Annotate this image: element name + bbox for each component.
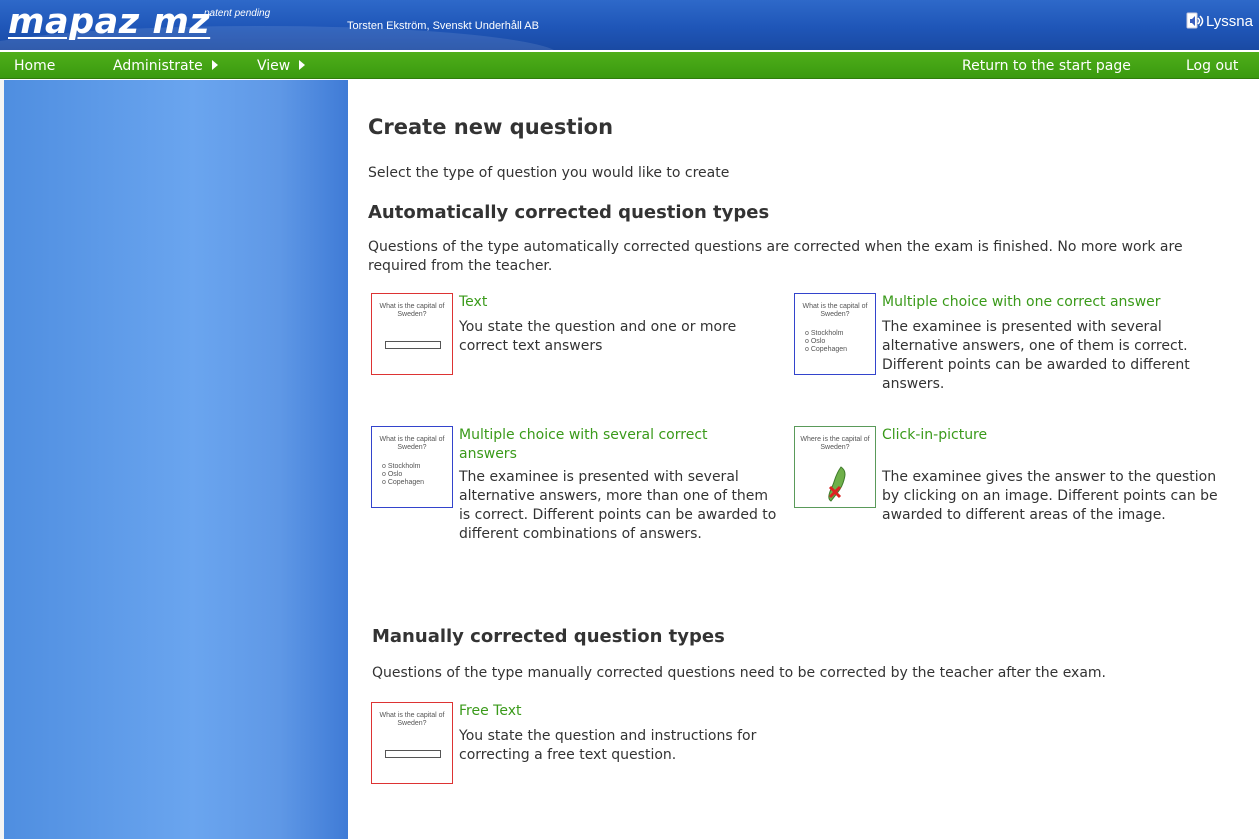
- thumb-question: What is the capital of Sweden?: [802, 303, 868, 318]
- qtype-thumbnail: Where is the capital of Sweden?: [794, 426, 876, 508]
- thumb-option: o Stockholm: [382, 463, 421, 470]
- thumb-question: What is the capital of Sweden?: [379, 303, 445, 318]
- qtype-desc: The examinee is presented with several a…: [459, 469, 777, 542]
- qtype-desc: The examinee is presented with several a…: [882, 319, 1190, 392]
- qtype-desc: The examinee gives the answer to the que…: [882, 469, 1218, 523]
- thumb-text-box: [385, 341, 441, 349]
- thumb-options: o Stockholm o Oslo o Copehagen: [382, 463, 424, 487]
- nav-view-label: View: [257, 58, 291, 74]
- auto-section-desc: Questions of the type automatically corr…: [368, 239, 1183, 274]
- qtype-thumbnail: What is the capital of Sweden? o Stockho…: [794, 293, 876, 375]
- qtype-name[interactable]: Text: [459, 293, 487, 312]
- qtype-desc: You state the question and instructions …: [459, 728, 757, 763]
- app-logo[interactable]: mapaz mz: [8, 2, 210, 42]
- thumb-option: o Stockholm: [805, 330, 844, 337]
- nav-return-start[interactable]: Return to the start page: [962, 58, 1131, 74]
- chevron-right-icon: [211, 60, 218, 70]
- nav-administrate-label: Administrate: [113, 58, 203, 74]
- speaker-icon: [1186, 12, 1204, 29]
- qtype-mc-several[interactable]: What is the capital of Sweden? o Stockho…: [371, 426, 781, 566]
- thumb-question: Where is the capital of Sweden?: [800, 436, 870, 451]
- qtype-mc-one[interactable]: What is the capital of Sweden? o Stockho…: [794, 293, 1244, 403]
- qtype-thumbnail: What is the capital of Sweden?: [371, 702, 453, 784]
- thumb-question: What is the capital of Sweden?: [379, 712, 445, 727]
- listen-button[interactable]: Lyssna: [1186, 12, 1253, 30]
- thumb-text-box: [385, 750, 441, 758]
- page-title: Create new question: [368, 115, 614, 139]
- intro-text: Select the type of question you would li…: [368, 165, 730, 181]
- nav-home[interactable]: Home: [14, 58, 55, 74]
- qtype-name[interactable]: Free Text: [459, 702, 521, 721]
- thumb-option: o Copehagen: [382, 479, 425, 486]
- qtype-thumbnail: What is the capital of Sweden? o Stockho…: [371, 426, 453, 508]
- header-bar: mapaz mz patent pending Torsten Ekström,…: [0, 0, 1259, 50]
- chevron-right-icon: [299, 60, 306, 70]
- qtype-free-text[interactable]: What is the capital of Sweden? Free Text…: [371, 702, 791, 792]
- thumb-options: o Stockholm o Oslo o Copehagen: [805, 330, 847, 354]
- thumb-question: What is the capital of Sweden?: [379, 436, 445, 451]
- sidebar: [4, 80, 348, 839]
- patent-label: patent pending: [204, 8, 271, 19]
- qtype-click-in-picture[interactable]: Where is the capital of Sweden? Click-in…: [794, 426, 1244, 546]
- thumb-option: o Copehagen: [805, 346, 848, 353]
- thumb-option: o Oslo: [805, 338, 826, 345]
- user-name: Torsten Ekström, Svenskt Underhåll AB: [347, 20, 539, 32]
- nav-view[interactable]: View: [257, 58, 306, 74]
- qtype-thumbnail: What is the capital of Sweden?: [371, 293, 453, 375]
- qtype-name[interactable]: Multiple choice with several correct ans…: [459, 426, 759, 464]
- nav-bar: Home Administrate View Return to the sta…: [0, 52, 1259, 79]
- qtype-name[interactable]: Multiple choice with one correct answer: [882, 293, 1161, 312]
- map-icon: [828, 466, 846, 502]
- nav-administrate[interactable]: Administrate: [113, 58, 218, 74]
- thumb-option: o Oslo: [382, 471, 403, 478]
- qtype-name[interactable]: Click-in-picture: [882, 426, 987, 445]
- nav-logout[interactable]: Log out: [1186, 58, 1238, 74]
- auto-section-title: Automatically corrected question types: [368, 202, 770, 223]
- qtype-text[interactable]: What is the capital of Sweden? Text You …: [371, 293, 771, 383]
- manual-section-desc: Questions of the type manually corrected…: [372, 665, 1107, 681]
- listen-label: Lyssna: [1206, 12, 1253, 30]
- manual-section-title: Manually corrected question types: [372, 626, 725, 647]
- qtype-desc: You state the question and one or more c…: [459, 319, 737, 354]
